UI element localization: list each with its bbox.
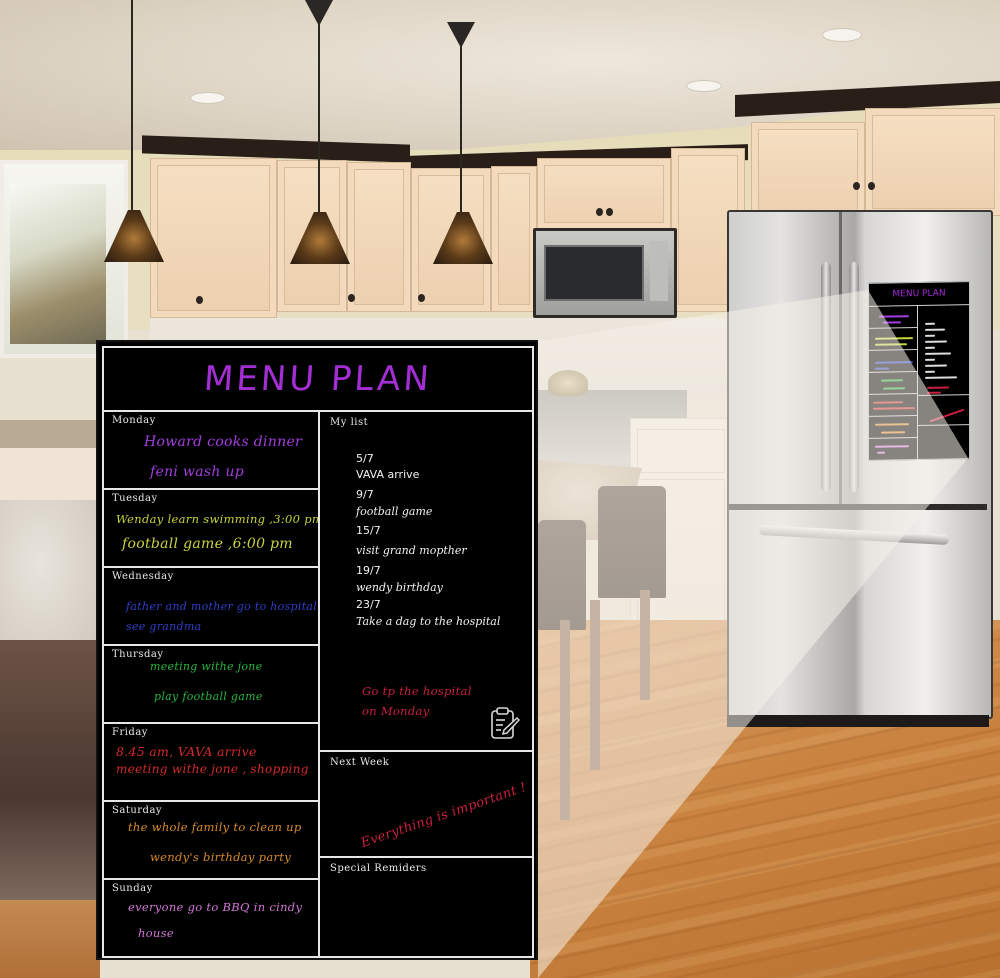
day-note: meeting withe jone , shopping [116,762,309,776]
fridge-magnet-scribble [925,322,935,325]
clipboard-pen-icon [491,707,520,739]
my-list-panel: My list 5/7 VAVA arrive 9/7 football gam… [318,410,534,752]
my-list-date: 5/7 [356,452,374,465]
pendant-cord [460,44,462,220]
my-list-item: Take a dag to the hospital [356,615,501,628]
special-reminders-label: Special Remiders [330,863,427,874]
day-note: feni wash up [150,464,244,480]
next-week-note: Everything is important ! [359,780,529,851]
my-list-item: visit grand mopther [356,544,467,557]
fridge-base [727,715,989,727]
day-note: everyone go to BBQ in cindy [128,900,303,914]
day-saturday: Saturday the whole family to clean up we… [102,800,320,880]
recessed-light [686,80,722,92]
fridge-magnet-scribble [925,340,947,343]
upper-cabinet [751,122,865,218]
day-note: play football game [154,690,263,703]
floor [0,900,100,978]
cabinet-knob [348,294,355,302]
upper-cabinet [347,162,411,312]
day-label: Friday [112,727,148,738]
cabinet-knob [418,294,425,302]
day-label: Sunday [112,883,153,894]
fridge-magnet-scribble [925,334,935,337]
day-tuesday: Tuesday Wenday learn swimming ,3:00 pm f… [102,488,324,568]
day-label: Saturday [112,805,163,816]
day-note: see grandma [126,620,202,633]
day-label: Tuesday [112,493,158,504]
fridge-magnet-scribble [925,346,935,349]
cabinet-knob [868,182,875,190]
fridge-magnet-scribble [925,370,935,373]
day-note: meeting withe jone [150,660,263,673]
my-list-date: 9/7 [356,488,374,501]
upper-cabinet [537,158,671,230]
my-list-item: wendy birthday [356,581,443,594]
day-sunday: Sunday everyone go to BBQ in cindy house [102,878,320,958]
my-list-date: 15/7 [356,524,381,537]
day-note: football game ,6:00 pm [122,536,293,552]
microwave-window [544,245,644,301]
day-note: Howard cooks dinner [144,434,303,450]
fridge-magnet-scribble [925,376,957,379]
pendant-cord [318,20,320,216]
recessed-light [822,28,862,42]
my-list-date: 19/7 [356,564,381,577]
menu-plan-board: MENU PLAN Monday Howard cooks dinner fen… [96,340,538,960]
next-week-panel: Next Week Everything is important ! [318,750,534,858]
title-panel: MENU PLAN [102,346,534,412]
microwave [533,228,677,318]
my-list-date: 23/7 [356,598,381,611]
fridge-magnet-scribble [925,352,951,355]
day-note: wendy's birthday party [150,850,292,864]
my-list-item: football game [356,505,433,518]
day-label: Wednesday [112,571,174,582]
fridge-magnet-scribble [927,386,949,389]
day-note: father and mother go to hospital [126,600,318,613]
day-note: the whole family to clean up [128,820,302,834]
day-note: 8.45 am, VAVA arrive [116,744,257,759]
window-pane [10,184,106,344]
countertop [0,420,100,450]
island-base [0,640,100,900]
upper-cabinet [491,166,537,312]
next-week-label: Next Week [330,757,390,768]
upper-cabinet [865,108,1000,216]
fridge-magnet-scribble [925,328,945,331]
day-label: Monday [112,415,156,426]
upper-cabinet [150,158,277,318]
microwave-panel [650,241,668,301]
recessed-light [190,92,226,104]
pendant-cord [131,0,133,210]
cabinet-knob [853,182,860,190]
cabinet-knob [596,208,603,216]
special-reminders-panel: Special Remiders [318,856,534,958]
cabinet-knob [606,208,613,216]
fridge-magnet-scribble [925,358,935,361]
my-list-reminder: Go tp the hospital [362,684,472,698]
board-title: MENU PLAN [202,359,434,399]
kitchen-island [0,500,100,660]
day-friday: Friday 8.45 am, VAVA arrive meeting with… [102,722,320,802]
lower-cabinet [0,448,100,508]
day-note: Wenday learn swimming ,3:00 pm [116,512,324,526]
my-list-reminder: on Monday [362,704,430,718]
day-wednesday: Wednesday father and mother go to hospit… [102,566,320,646]
day-label: Thursday [112,649,164,660]
day-monday: Monday Howard cooks dinner feni wash up [102,410,320,490]
cabinet-knob [196,296,203,304]
day-note: house [138,926,174,940]
fridge-magnet-scribble [925,364,947,367]
my-list-item: VAVA arrive [356,468,420,481]
my-list-label: My list [330,417,369,428]
fridge-magnet-title: MENU PLAN [869,282,969,307]
day-thursday: Thursday meeting withe jone play footbal… [102,644,320,724]
